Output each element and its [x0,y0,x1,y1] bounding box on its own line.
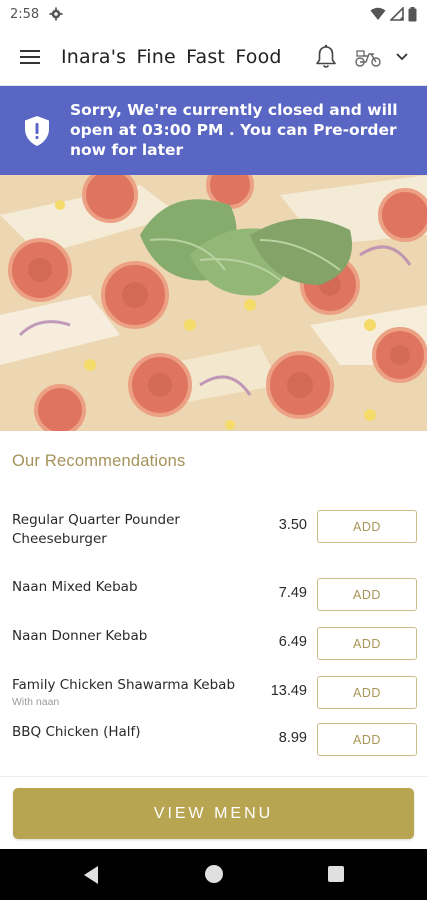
app-title: Inara's Fine Fast Food [61,45,282,68]
closed-banner: Sorry, We're currently closed and will o… [0,86,427,175]
item-price: 3.50 [278,517,307,533]
app-bar: Inara's Fine Fast Food [0,28,427,86]
add-button[interactable]: ADD [317,723,417,756]
back-icon[interactable] [82,865,100,885]
signal-icon [390,7,404,21]
add-button[interactable]: ADD [317,510,417,543]
item-price: 8.99 [278,730,307,746]
item-name: Regular Quarter Pounder Cheeseburger [12,512,180,547]
scooter-icon[interactable] [354,46,382,68]
hero-image [0,175,427,431]
menu-item-row: Family Chicken Shawarma Kebab With naan … [0,674,427,714]
footer-divider [0,776,427,777]
add-button[interactable]: ADD [317,676,417,709]
recents-icon[interactable] [328,866,344,882]
item-price: 7.49 [278,585,307,601]
home-icon[interactable] [205,865,223,883]
battery-icon [408,6,417,21]
wifi-icon [370,7,386,20]
item-name: Naan Mixed Kebab [12,579,138,595]
bell-icon[interactable] [314,44,338,70]
pizza-image [0,175,427,431]
item-name: Family Chicken Shawarma Kebab [12,677,236,693]
menu-item-row: Naan Donner Kebab 6.49 ADD [0,625,427,665]
item-price: 13.49 [270,683,307,699]
view-menu-button[interactable]: VIEW MENU [13,788,414,839]
add-button[interactable]: ADD [317,578,417,611]
recommendations-title: Our Recommendations [12,452,186,470]
status-indicators [370,6,417,22]
item-price: 6.49 [278,634,307,650]
menu-item-row: Regular Quarter Pounder Cheeseburger 3.5… [0,508,427,548]
shield-alert-icon [25,116,49,146]
closed-message: Sorry, We're currently closed and will o… [70,101,398,159]
menu-icon[interactable] [20,49,42,65]
item-subtitle: With naan [12,696,60,708]
chevron-down-icon[interactable] [394,50,410,64]
menu-item-row: BBQ Chicken (Half) 8.99 ADD [0,721,427,761]
system-nav-bar [0,849,427,900]
status-time: 2:58 [10,6,40,22]
add-button[interactable]: ADD [317,627,417,660]
menu-item-row: Naan Mixed Kebab 7.49 ADD [0,576,427,616]
status-bar: 2:58 [0,0,427,28]
item-name: Naan Donner Kebab [12,628,148,644]
item-name: BBQ Chicken (Half) [12,724,141,740]
gear-icon [49,7,63,21]
